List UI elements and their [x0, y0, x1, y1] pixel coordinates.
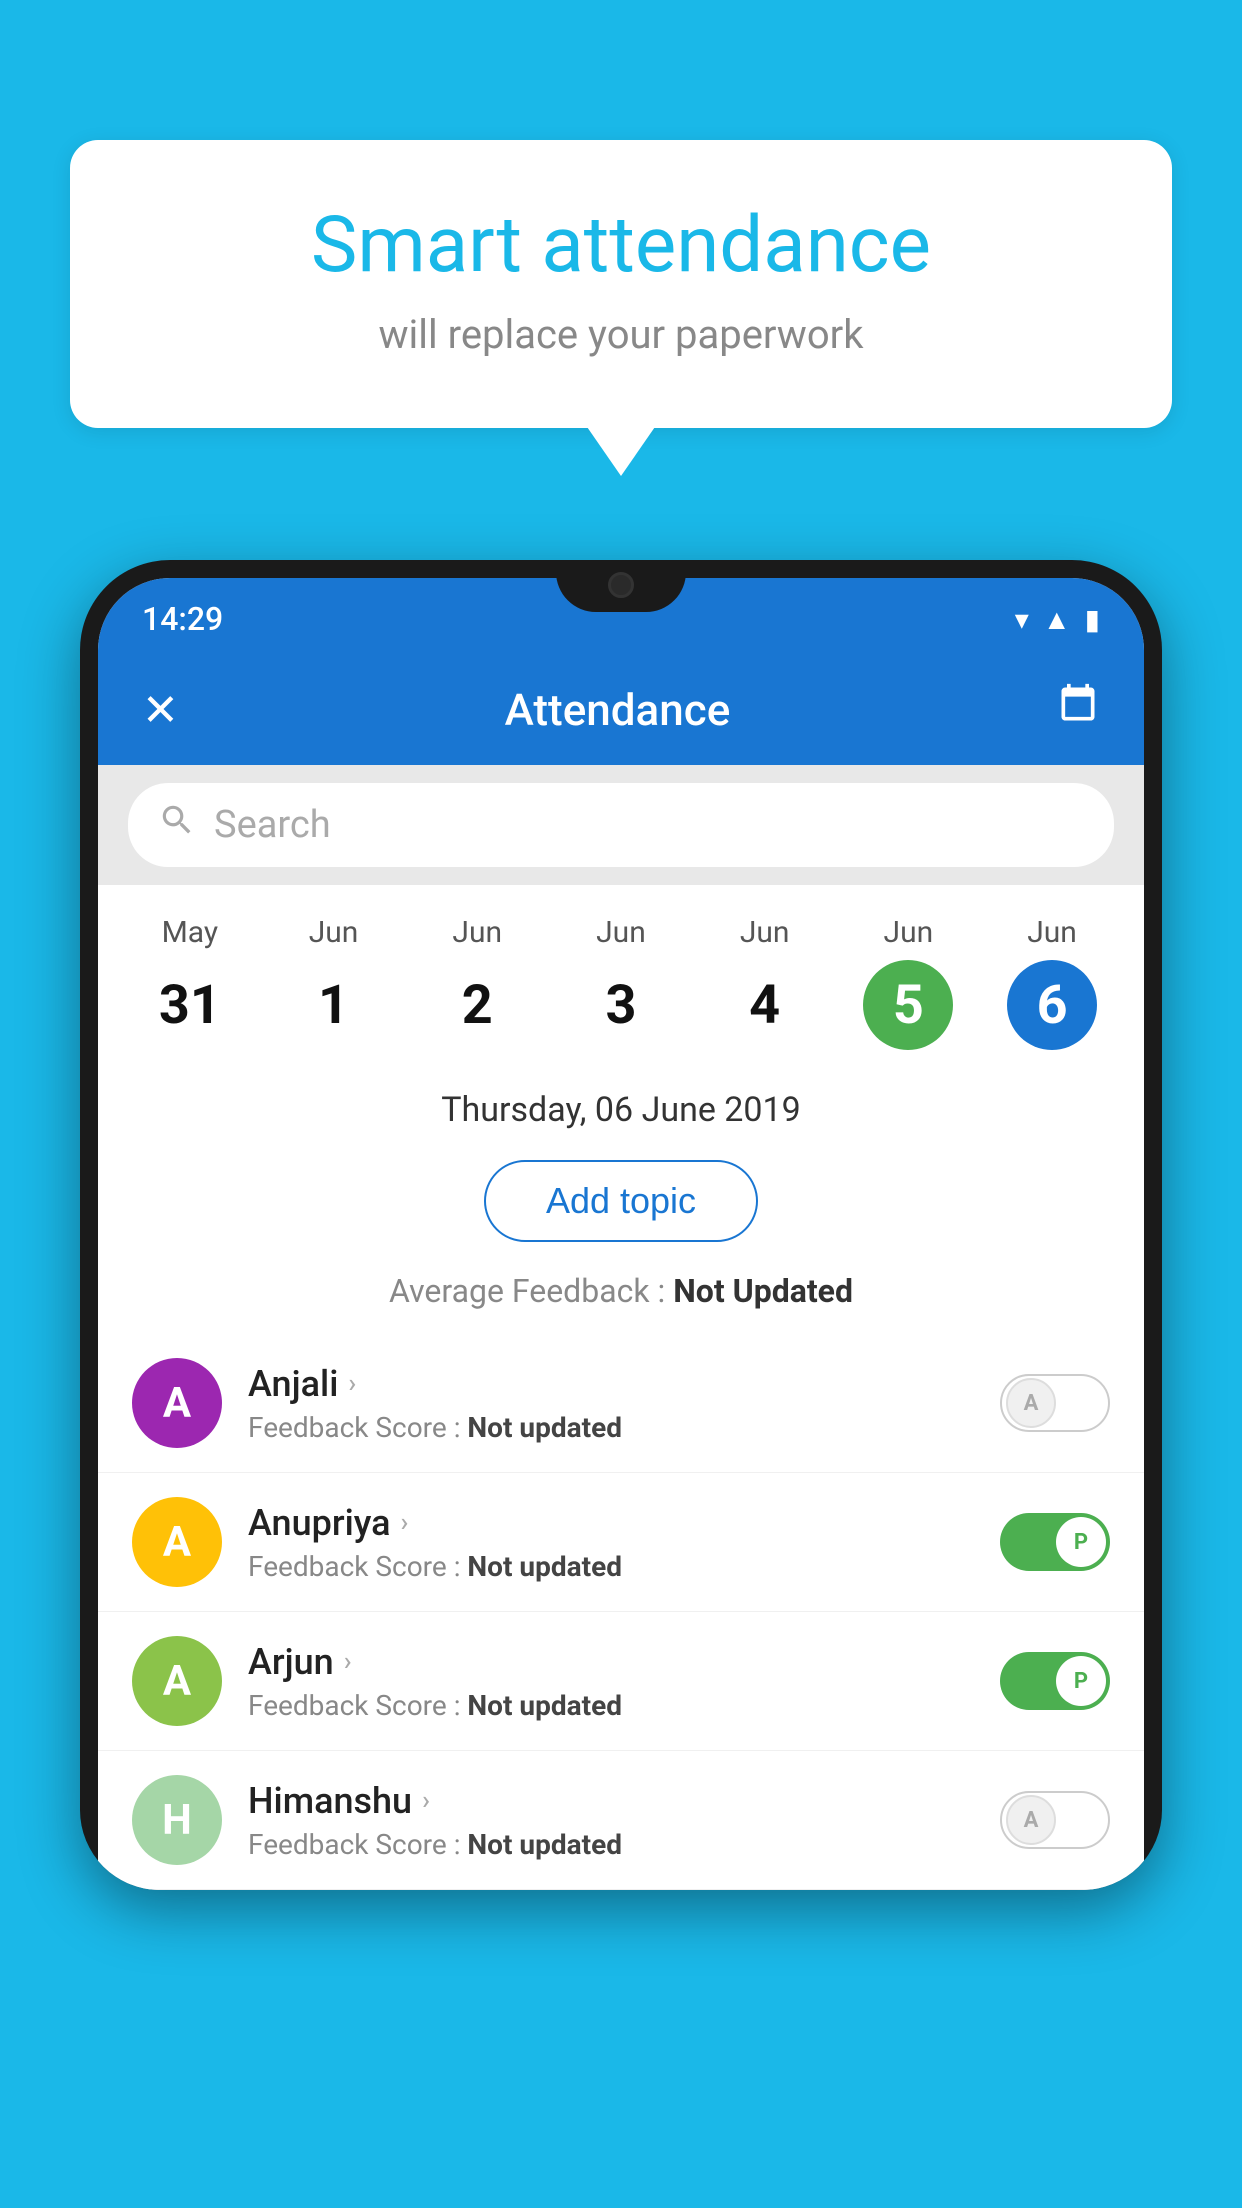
avg-feedback-value: Not Updated — [673, 1272, 853, 1310]
cal-date-1: 1 — [289, 960, 379, 1050]
student-score-arjun: Feedback Score : Not updated — [248, 1689, 974, 1722]
signal-icon: ▲ — [1043, 603, 1071, 636]
cal-day-5[interactable]: Jun 5 — [853, 915, 963, 1050]
bubble-subtitle: will replace your paperwork — [150, 311, 1092, 358]
search-icon — [158, 801, 196, 849]
cal-day-1[interactable]: Jun 1 — [279, 915, 389, 1050]
search-input-placeholder: Search — [214, 803, 331, 847]
phone-container: 14:29 ▾ ▲ ▮ ✕ Attendance — [80, 560, 1162, 2208]
cal-day-4[interactable]: Jun 4 — [710, 915, 820, 1050]
cal-date-2: 2 — [432, 960, 522, 1050]
phone-notch — [556, 560, 686, 612]
bubble-title: Smart attendance — [150, 200, 1092, 291]
status-time: 14:29 — [142, 600, 223, 638]
student-name-himanshu: Himanshu › — [248, 1780, 974, 1822]
cal-day-0[interactable]: May 31 — [135, 915, 245, 1050]
add-topic-wrapper: Add topic — [98, 1150, 1144, 1262]
phone-screen: 14:29 ▾ ▲ ▮ ✕ Attendance — [98, 578, 1144, 1890]
toggle-knob: P — [1056, 1517, 1106, 1567]
cal-month-4: Jun — [740, 915, 790, 950]
attendance-toggle-arjun[interactable]: P — [1000, 1652, 1110, 1710]
student-avatar-anupriya: A — [132, 1497, 222, 1587]
cal-date-6: 6 — [1007, 960, 1097, 1050]
search-bar[interactable]: Search — [128, 783, 1114, 867]
add-topic-button[interactable]: Add topic — [484, 1160, 758, 1242]
cal-month-6: Jun — [1027, 915, 1077, 950]
front-camera — [608, 572, 634, 598]
phone-frame: 14:29 ▾ ▲ ▮ ✕ Attendance — [80, 560, 1162, 1890]
toggle-knob: P — [1056, 1656, 1106, 1706]
cal-month-3: Jun — [596, 915, 646, 950]
calendar-strip: May 31 Jun 1 Jun 2 Jun 3 Jun 4 — [98, 885, 1144, 1070]
cal-date-3: 3 — [576, 960, 666, 1050]
cal-day-6[interactable]: Jun 6 — [997, 915, 1107, 1050]
battery-icon: ▮ — [1085, 603, 1100, 636]
toggle-knob: A — [1006, 1378, 1056, 1428]
attendance-toggle-himanshu[interactable]: A — [1000, 1791, 1110, 1849]
student-row[interactable]: H Himanshu › Feedback Score : Not update… — [98, 1751, 1144, 1890]
chevron-right-icon: › — [344, 1647, 352, 1677]
cal-date-4: 4 — [720, 960, 810, 1050]
student-row[interactable]: A Anjali › Feedback Score : Not updated … — [98, 1334, 1144, 1473]
cal-month-1: Jun — [309, 915, 359, 950]
student-info-anupriya: Anupriya › Feedback Score : Not updated — [248, 1502, 974, 1583]
status-icons: ▾ ▲ ▮ — [1015, 603, 1100, 636]
cal-month-0: May — [162, 915, 218, 950]
student-info-arjun: Arjun › Feedback Score : Not updated — [248, 1641, 974, 1722]
student-name-anjali: Anjali › — [248, 1363, 974, 1405]
student-info-himanshu: Himanshu › Feedback Score : Not updated — [248, 1780, 974, 1861]
student-score-anupriya: Feedback Score : Not updated — [248, 1550, 974, 1583]
app-bar-title: Attendance — [505, 684, 731, 736]
speech-bubble-container: Smart attendance will replace your paper… — [70, 140, 1172, 428]
avg-feedback-label: Average Feedback : — [389, 1272, 673, 1310]
attendance-toggle-anupriya[interactable]: P — [1000, 1513, 1110, 1571]
student-info-anjali: Anjali › Feedback Score : Not updated — [248, 1363, 974, 1444]
avg-feedback: Average Feedback : Not Updated — [98, 1262, 1144, 1334]
student-name-arjun: Arjun › — [248, 1641, 974, 1683]
student-score-himanshu: Feedback Score : Not updated — [248, 1828, 974, 1861]
speech-bubble: Smart attendance will replace your paper… — [70, 140, 1172, 428]
student-avatar-himanshu: H — [132, 1775, 222, 1865]
student-name-anupriya: Anupriya › — [248, 1502, 974, 1544]
wifi-icon: ▾ — [1015, 603, 1029, 636]
cal-month-2: Jun — [452, 915, 502, 950]
calendar-icon[interactable] — [1056, 682, 1100, 737]
toggle-knob: A — [1006, 1795, 1056, 1845]
cal-day-3[interactable]: Jun 3 — [566, 915, 676, 1050]
selected-date-label: Thursday, 06 June 2019 — [98, 1070, 1144, 1150]
cal-date-5: 5 — [863, 960, 953, 1050]
student-score-anjali: Feedback Score : Not updated — [248, 1411, 974, 1444]
student-row[interactable]: A Anupriya › Feedback Score : Not update… — [98, 1473, 1144, 1612]
student-list: A Anjali › Feedback Score : Not updated … — [98, 1334, 1144, 1890]
cal-day-2[interactable]: Jun 2 — [422, 915, 532, 1050]
cal-month-5: Jun — [884, 915, 934, 950]
app-bar: ✕ Attendance — [98, 654, 1144, 765]
student-avatar-anjali: A — [132, 1358, 222, 1448]
close-icon[interactable]: ✕ — [142, 684, 179, 736]
student-avatar-arjun: A — [132, 1636, 222, 1726]
student-row[interactable]: A Arjun › Feedback Score : Not updated P — [98, 1612, 1144, 1751]
attendance-toggle-anjali[interactable]: A — [1000, 1374, 1110, 1432]
chevron-right-icon: › — [348, 1369, 356, 1399]
chevron-right-icon: › — [401, 1508, 409, 1538]
cal-date-0: 31 — [145, 960, 235, 1050]
chevron-right-icon: › — [422, 1786, 430, 1816]
search-bar-wrapper: Search — [98, 765, 1144, 885]
